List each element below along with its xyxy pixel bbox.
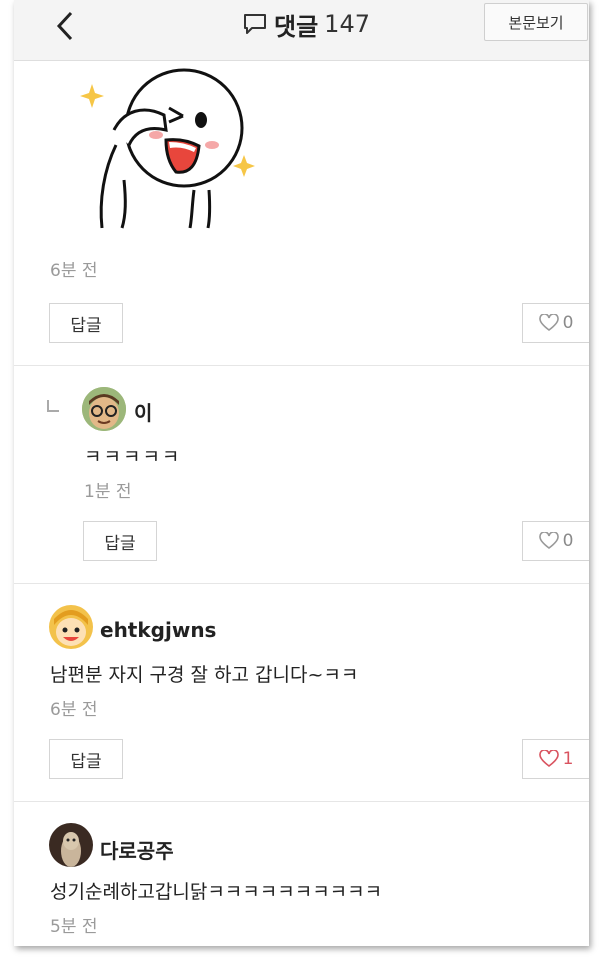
divider	[14, 365, 589, 366]
like-count: 0	[562, 531, 574, 551]
divider	[14, 801, 589, 802]
heart-outline-icon	[538, 532, 559, 550]
comment-text: 성기순례하고갑니닭ㅋㅋㅋㅋㅋㅋㅋㅋㅋㅋ	[50, 881, 383, 903]
username[interactable]: 다로공주	[100, 835, 174, 864]
comments-screen: 댓글 147 본문보기 6분 전 답글 0 이 ㅋㅋㅋㅋㅋ 1분 전 답글 0 …	[14, 0, 589, 946]
reply-button[interactable]: 답글	[49, 739, 123, 779]
reply-button[interactable]: 답글	[49, 303, 123, 343]
comment-count: 147	[324, 10, 370, 38]
avatar	[49, 823, 93, 867]
avatar	[49, 605, 93, 649]
reply-indent-icon	[47, 400, 59, 412]
sticker-image	[80, 68, 255, 229]
comment-text: 남편분 자지 구경 잘 하고 갑니다~ㅋㅋ	[50, 664, 359, 686]
reply-button[interactable]: 답글	[83, 521, 157, 561]
like-button[interactable]: 0	[522, 303, 589, 343]
heart-outline-icon	[538, 750, 559, 768]
like-button[interactable]: 1	[522, 739, 589, 779]
chevron-left-icon	[56, 11, 73, 41]
comment-text: ㅋㅋㅋㅋㅋ	[84, 446, 182, 468]
comment-time: 6분 전	[50, 700, 98, 720]
heart-outline-icon	[538, 314, 559, 332]
title-label: 댓글	[274, 12, 319, 41]
view-post-button[interactable]: 본문보기	[484, 3, 588, 41]
comment-time: 1분 전	[84, 482, 132, 502]
avatar-image	[82, 387, 126, 431]
like-count: 0	[562, 313, 574, 333]
username[interactable]: ehtkgjwns	[100, 618, 216, 642]
like-button[interactable]: 0	[522, 521, 589, 561]
comment-bubble-icon	[244, 14, 266, 34]
top-bar: 댓글 147 본문보기	[14, 0, 589, 61]
avatar-image	[49, 823, 93, 867]
divider	[14, 583, 589, 584]
page-title: 댓글 147	[242, 8, 370, 41]
comment-time: 5분 전	[50, 917, 98, 937]
back-button[interactable]	[48, 8, 82, 44]
username[interactable]: 이	[134, 397, 152, 426]
avatar	[82, 387, 126, 431]
comment-time: 6분 전	[50, 261, 98, 281]
like-count: 1	[562, 749, 574, 769]
avatar-image	[49, 605, 93, 649]
